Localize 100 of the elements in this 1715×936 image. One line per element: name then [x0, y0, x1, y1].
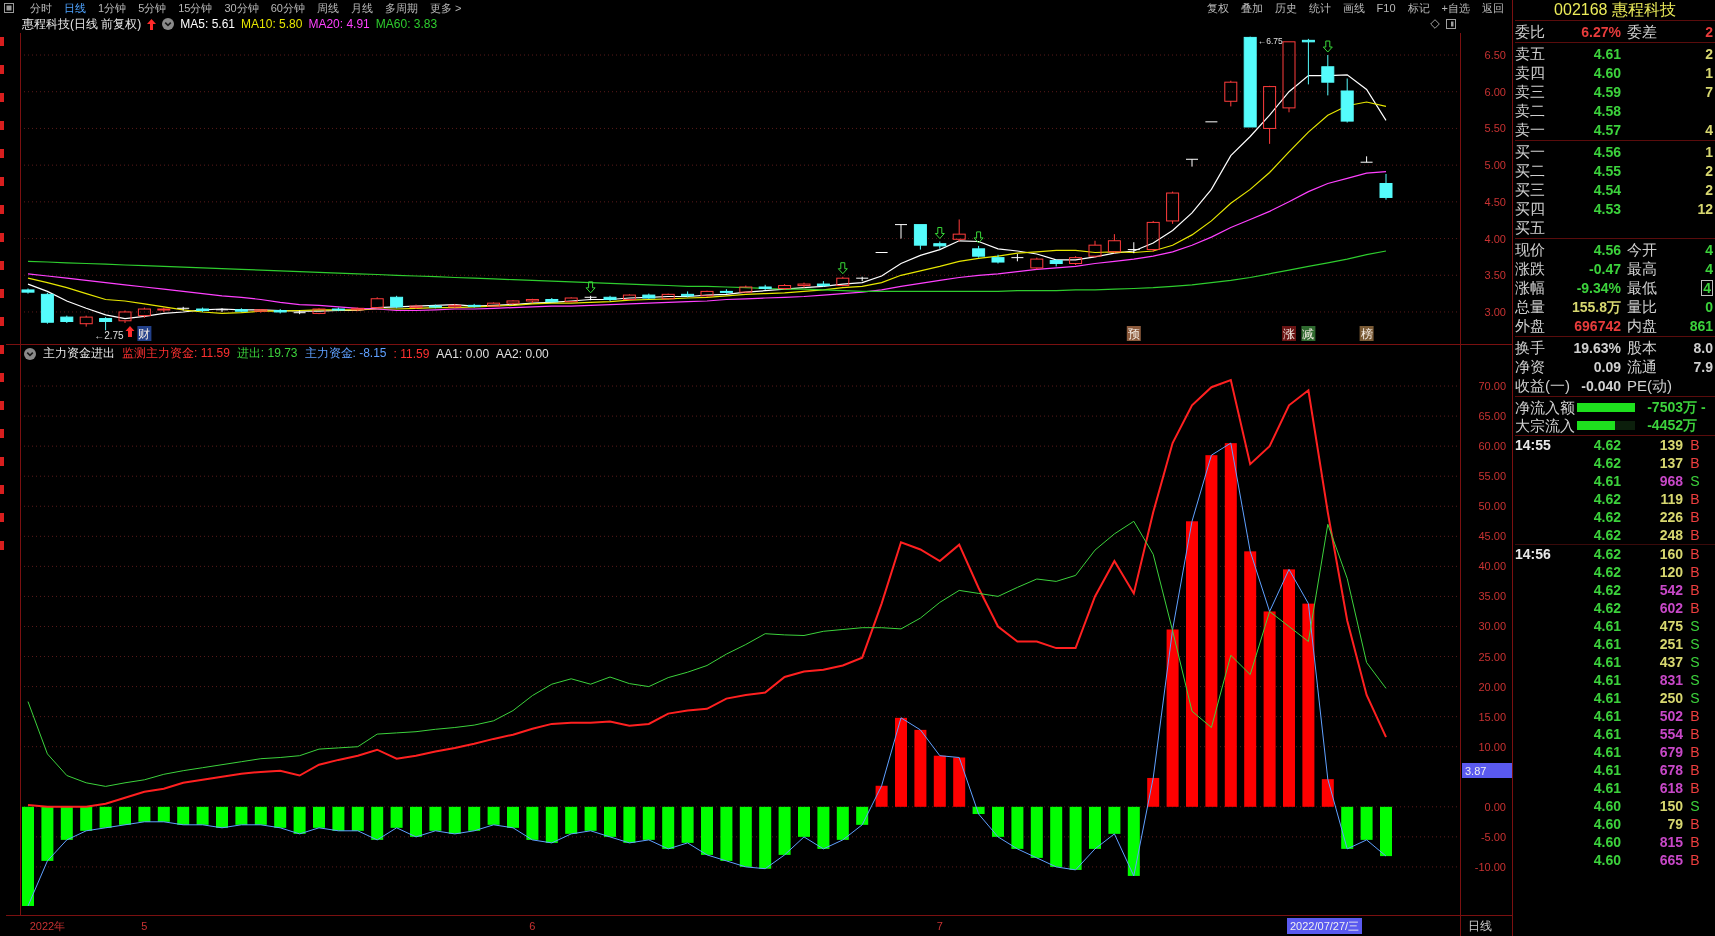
indicator-readout: 进出: 19.73 — [236, 345, 298, 362]
toolbar-button[interactable]: 返回 — [1476, 0, 1510, 15]
candlestick — [351, 307, 365, 312]
date-axis-label: 6 — [529, 919, 536, 933]
axis-label: 3.00 — [1484, 305, 1506, 318]
tick-price: 4.60 — [1593, 852, 1621, 868]
quote-value: 4.57 — [1593, 121, 1621, 138]
candlestick — [312, 307, 326, 315]
period-tab[interactable]: 15分钟 — [172, 0, 219, 15]
ma-readout: MA20: 4.91 — [308, 17, 370, 31]
axis-label: 60.00 — [1478, 440, 1506, 453]
toolbar-button[interactable]: 画线 — [1336, 0, 1371, 15]
tick-side: B — [1690, 852, 1700, 868]
axis-label: 30.00 — [1478, 620, 1506, 633]
quote-label: 现价 — [1515, 241, 1545, 258]
toolbar-button[interactable]: 复权 — [1200, 0, 1235, 15]
candlestick — [1360, 155, 1374, 163]
tick-volume: 815 — [1659, 834, 1683, 850]
axis-label: 45.00 — [1478, 530, 1506, 543]
candlestick — [60, 315, 74, 324]
period-tab[interactable]: 多周期 — [379, 0, 424, 15]
chevron-circle-icon[interactable] — [24, 347, 36, 360]
tick-price: 4.62 — [1593, 455, 1621, 471]
diamond-icon[interactable] — [1430, 19, 1440, 29]
axis-label: 35.00 — [1478, 590, 1506, 603]
tick-side: B — [1690, 834, 1700, 850]
quote-value: 12 — [1697, 200, 1713, 217]
quote-label: 今开 — [1627, 241, 1657, 258]
chevron-circle-icon[interactable] — [162, 18, 175, 30]
panel-icon[interactable] — [4, 2, 14, 13]
quote-value: 4.58 — [1593, 102, 1621, 119]
down-arrow-icon — [934, 227, 945, 239]
period-tab[interactable]: 60分钟 — [264, 0, 311, 15]
candlestick — [603, 295, 617, 302]
tick-side: B — [1690, 455, 1700, 471]
candlestick — [952, 218, 966, 242]
period-tab[interactable]: 1分钟 — [92, 0, 133, 15]
tick-volume: 160 — [1659, 546, 1683, 562]
tick-volume: 79 — [1667, 816, 1683, 832]
candlestick — [293, 310, 307, 315]
period-tab[interactable]: 周线 — [311, 0, 345, 15]
toolbar-button[interactable]: F10 — [1370, 0, 1402, 15]
toolbar-button[interactable]: 历史 — [1268, 0, 1303, 15]
quote-label: 量比 — [1627, 298, 1657, 315]
tick-price: 4.62 — [1593, 564, 1621, 580]
period-tab[interactable]: 更多 > — [424, 0, 468, 15]
tick-side: B — [1690, 564, 1700, 580]
quote-label: 股本 — [1627, 339, 1657, 356]
candlestick — [1049, 258, 1063, 267]
axis-label: 25.00 — [1478, 650, 1506, 663]
tick-side: B — [1690, 491, 1700, 507]
quote-label: 涨跌 — [1515, 260, 1545, 277]
quote-value: 4 — [1705, 260, 1713, 277]
candlestick — [137, 307, 151, 319]
quote-label: 大宗流入 — [1515, 416, 1576, 434]
quote-value: 2 — [1705, 45, 1713, 62]
toolbar-button[interactable]: 统计 — [1302, 0, 1337, 15]
candlestick — [157, 307, 171, 313]
up-arrow-icon — [125, 326, 135, 337]
candlestick — [681, 290, 695, 298]
toolbar-button[interactable]: 标记 — [1401, 0, 1436, 15]
quote-value: - — [1701, 399, 1707, 415]
tick-volume: 542 — [1659, 582, 1683, 598]
quote-value: 6.27% — [1581, 23, 1621, 40]
tick-price: 4.61 — [1593, 672, 1621, 688]
toolbar-button[interactable]: +自选 — [1435, 0, 1476, 15]
cursor-value-label: 3.87 — [1462, 763, 1512, 778]
period-tab[interactable]: 月线 — [345, 0, 379, 15]
period-tab[interactable]: 分时 — [24, 0, 58, 15]
candlestick — [1010, 253, 1024, 262]
candlestick — [487, 301, 501, 308]
period-tab[interactable]: 30分钟 — [218, 0, 265, 15]
quote-value: -4452万 — [1647, 417, 1697, 433]
quote-value: 4 — [1705, 121, 1713, 138]
candlestick — [739, 285, 753, 294]
window-icon[interactable] — [1446, 19, 1456, 29]
tick-volume: 120 — [1659, 564, 1683, 580]
period-tab[interactable]: 5分钟 — [132, 0, 173, 15]
indicator-readout: : 11.59 — [393, 346, 430, 361]
tick-side: B — [1690, 816, 1700, 832]
tick-price: 4.60 — [1593, 798, 1621, 814]
down-arrow-icon — [1322, 40, 1333, 53]
tick-price: 4.62 — [1593, 546, 1621, 562]
tick-volume: 665 — [1659, 852, 1683, 868]
candlestick — [234, 307, 248, 313]
candlestick — [816, 280, 830, 288]
candlestick — [1282, 41, 1296, 113]
event-tag: 财 — [137, 326, 152, 341]
axis-label: 3.50 — [1484, 269, 1506, 282]
tick-price: 4.62 — [1593, 509, 1621, 525]
period-label: 日线 — [1468, 918, 1492, 934]
down-arrow-icon — [837, 262, 848, 275]
tick-volume: 248 — [1659, 527, 1683, 543]
candlestick — [390, 295, 404, 309]
candlestick — [1030, 257, 1044, 270]
candlestick — [642, 293, 656, 300]
period-tab[interactable]: 日线 — [58, 0, 92, 15]
toolbar-button[interactable]: 叠加 — [1234, 0, 1269, 15]
quote-value: 0.09 — [1593, 358, 1621, 375]
quote-label: PE(动) — [1627, 377, 1672, 394]
